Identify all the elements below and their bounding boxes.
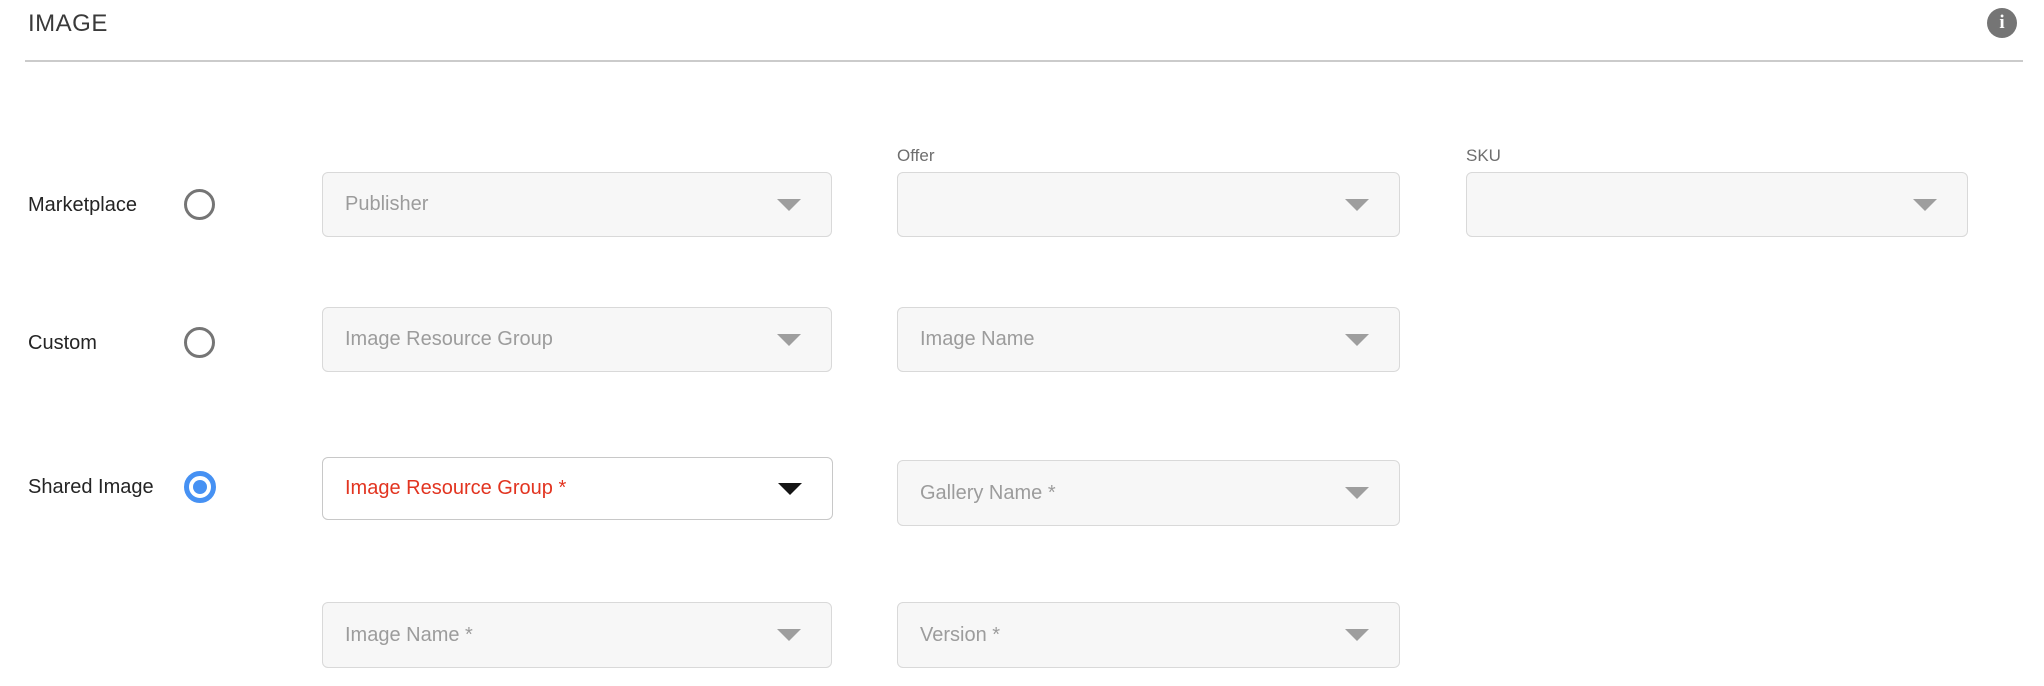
chevron-down-icon[interactable]: [777, 199, 801, 211]
chevron-down-icon[interactable]: [777, 334, 801, 346]
header-divider: [25, 60, 2023, 62]
publisher-dropdown[interactable]: Publisher: [322, 172, 832, 237]
chevron-down-icon[interactable]: [1345, 629, 1369, 641]
shared-image-label: Shared Image: [28, 476, 154, 499]
sku-dropdown[interactable]: [1466, 172, 1968, 237]
custom-image-name-placeholder: Image Name: [920, 328, 1035, 351]
offer-dropdown[interactable]: [897, 172, 1400, 237]
chevron-down-icon[interactable]: [1913, 199, 1937, 211]
info-icon[interactable]: i: [1987, 8, 2017, 38]
custom-label: Custom: [28, 332, 97, 355]
radio-dot: [193, 480, 207, 494]
shared-image-resource-group-dropdown[interactable]: Image Resource Group *: [322, 457, 833, 520]
chevron-down-icon[interactable]: [777, 629, 801, 641]
chevron-down-icon[interactable]: [1345, 334, 1369, 346]
version-placeholder: Version *: [920, 624, 1000, 647]
shared-image-radio[interactable]: [184, 471, 216, 503]
marketplace-radio[interactable]: [184, 189, 215, 220]
custom-image-resource-group-placeholder: Image Resource Group: [345, 328, 553, 351]
chevron-down-icon[interactable]: [1345, 199, 1369, 211]
gallery-name-placeholder: Gallery Name *: [920, 482, 1056, 505]
chevron-down-icon[interactable]: [1345, 487, 1369, 499]
shared-image-name-dropdown[interactable]: Image Name *: [322, 602, 832, 668]
info-icon-glyph: i: [1999, 12, 2004, 34]
version-dropdown[interactable]: Version *: [897, 602, 1400, 668]
shared-image-name-placeholder: Image Name *: [345, 624, 473, 647]
sku-label: SKU: [1466, 146, 1501, 166]
offer-label: Offer: [897, 146, 934, 166]
chevron-down-icon[interactable]: [778, 483, 802, 495]
custom-radio[interactable]: [184, 327, 215, 358]
marketplace-label: Marketplace: [28, 194, 137, 217]
shared-image-resource-group-placeholder: Image Resource Group *: [345, 477, 566, 500]
custom-image-name-dropdown[interactable]: Image Name: [897, 307, 1400, 372]
publisher-placeholder: Publisher: [345, 193, 428, 216]
custom-image-resource-group-dropdown[interactable]: Image Resource Group: [322, 307, 832, 372]
section-title: IMAGE: [28, 10, 108, 38]
gallery-name-dropdown[interactable]: Gallery Name *: [897, 460, 1400, 526]
